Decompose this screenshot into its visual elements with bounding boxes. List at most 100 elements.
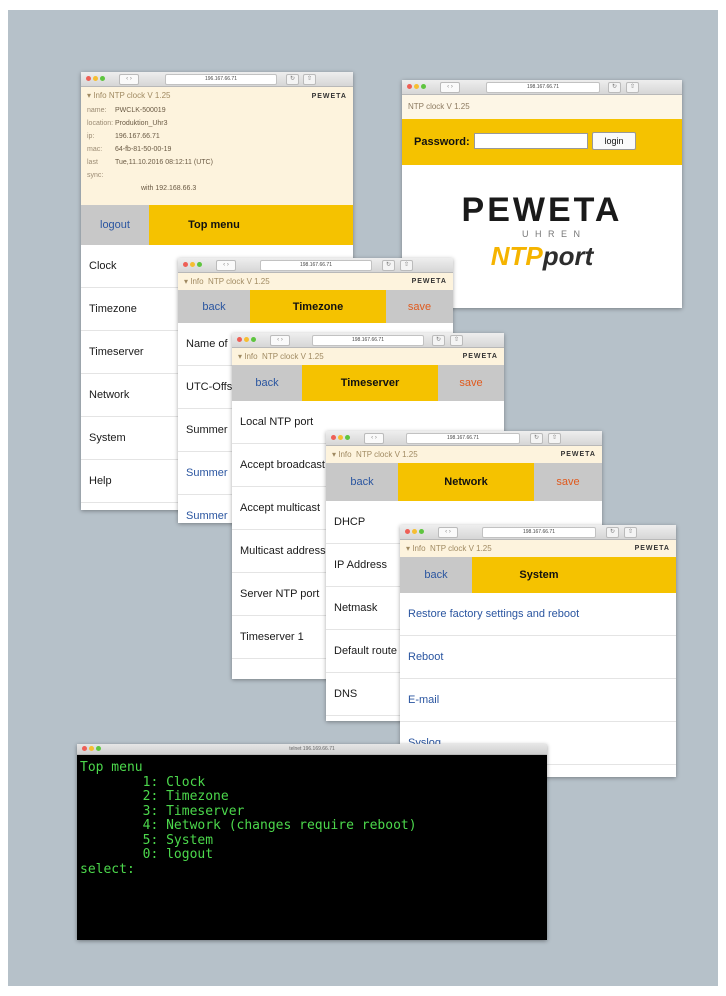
info-value: 196.167.66.71: [115, 133, 160, 140]
system-window: ‹ › 198.167.66.71 ↻ ⇧ ▾ Info NTP clock V…: [400, 525, 676, 777]
share-icon[interactable]: ⇧: [450, 335, 463, 346]
share-icon[interactable]: ⇧: [400, 260, 413, 271]
window-titlebar: ‹ › 198.167.66.71 ↻ ⇧: [232, 333, 504, 348]
share-icon[interactable]: ⇧: [624, 527, 637, 538]
info-value: PWCLK-500019: [115, 107, 166, 114]
window-titlebar: ‹ › 198.167.66.71 ↻ ⇧: [178, 258, 453, 273]
info-header-text: Info NTP clock V 1.25: [93, 91, 171, 100]
terminal-titlebar: telnet 196.169.66.71: [77, 744, 547, 755]
info-value: Produktion_Uhr3: [115, 120, 168, 127]
info-label: Info: [412, 544, 426, 553]
peweta-brand-logo: PEWETA: [461, 191, 623, 229]
info-panel: ▾ Info NTP clock V 1.25 PEWETA name: PWCL…: [81, 87, 353, 205]
share-icon[interactable]: ⇧: [303, 74, 316, 85]
app-title: NTP clock V 1.25: [356, 450, 418, 459]
window-controls[interactable]: [407, 84, 428, 102]
top-menu-bar: logout Top menu: [81, 205, 353, 245]
info-key: name:: [87, 107, 107, 114]
terminal-line: 5: System: [80, 832, 214, 848]
logout-button[interactable]: logout: [81, 205, 149, 245]
terminal-line: 3: Timeserver: [80, 803, 245, 819]
save-button[interactable]: save: [438, 365, 504, 401]
info-bar[interactable]: ▾ Info NTP clock V 1.25 PEWETA: [178, 273, 453, 290]
timeserver-menu-bar: back Timeserver save: [232, 365, 504, 401]
password-label: Password:: [414, 136, 470, 148]
login-header: NTP clock V 1.25: [402, 95, 682, 119]
network-menu-bar: back Network save: [326, 463, 602, 501]
back-button[interactable]: back: [232, 365, 302, 401]
back-button[interactable]: back: [178, 290, 250, 323]
info-key: [87, 182, 115, 195]
reload-icon[interactable]: ↻: [606, 527, 619, 538]
info-row-location: location: Produktion_Uhr3: [87, 117, 347, 130]
network-title: Network: [444, 476, 488, 488]
window-titlebar: ‹ › 196.167.66.71 ↻ ⇧: [81, 72, 353, 87]
info-key: last sync:: [87, 159, 104, 179]
reload-icon[interactable]: ↻: [382, 260, 395, 271]
terminal-line: 4: Network (changes require reboot): [80, 818, 417, 833]
back-forward-icon[interactable]: ‹ ›: [216, 260, 236, 271]
reboot-button[interactable]: Reboot: [400, 636, 676, 679]
peweta-logo: PEWETA: [560, 451, 596, 458]
save-button[interactable]: save: [534, 463, 602, 501]
url-bar[interactable]: 198.167.66.71: [312, 335, 424, 346]
terminal-line: 0: logout: [80, 847, 214, 862]
info-value: 64-fb-81-50-00-19: [115, 146, 172, 153]
app-title: NTP clock V 1.25: [262, 352, 324, 361]
info-key: mac:: [87, 146, 103, 153]
system-title: System: [519, 569, 559, 581]
telnet-terminal-window: telnet 196.169.66.71 Top menu 1: Clock 2…: [77, 744, 547, 940]
info-key: location:: [87, 120, 114, 127]
terminal-line: Top menu: [80, 760, 143, 775]
url-bar[interactable]: 198.167.66.71: [260, 260, 372, 271]
back-button[interactable]: back: [400, 557, 472, 593]
terminal-output[interactable]: Top menu 1: Clock 2: Timezone 3: Timeser…: [77, 755, 547, 877]
peweta-logo: PEWETA: [311, 93, 347, 100]
share-icon[interactable]: ⇧: [548, 433, 561, 444]
back-forward-icon[interactable]: ‹ ›: [438, 527, 458, 538]
info-key: ip:: [87, 133, 95, 140]
url-bar[interactable]: 198.167.66.71: [486, 82, 600, 93]
product-ntp: NTP: [490, 241, 543, 271]
info-label: Info: [190, 277, 204, 286]
save-button[interactable]: save: [386, 290, 453, 323]
reload-icon[interactable]: ↻: [432, 335, 445, 346]
info-row-sync-server: with 192.168.66.3: [87, 182, 347, 195]
url-bar[interactable]: 198.167.66.71: [406, 433, 520, 444]
info-bar[interactable]: ▾ Info NTP clock V 1.25 PEWETA: [400, 540, 676, 557]
info-header[interactable]: ▾ Info NTP clock V 1.25: [87, 91, 347, 100]
reload-icon[interactable]: ↻: [530, 433, 543, 444]
window-titlebar: ‹ › 198.167.66.71 ↻ ⇧: [326, 431, 602, 446]
back-forward-icon[interactable]: ‹ ›: [119, 74, 139, 85]
share-icon[interactable]: ⇧: [626, 82, 639, 93]
terminal-prompt: select:: [80, 861, 135, 877]
restore-factory-button[interactable]: Restore factory settings and reboot: [400, 593, 676, 636]
terminal-line: 2: Timezone: [80, 789, 229, 804]
info-bar[interactable]: ▾ Info NTP clock V 1.25 PEWETA: [326, 446, 602, 463]
back-forward-icon[interactable]: ‹ ›: [440, 82, 460, 93]
peweta-logo: PEWETA: [634, 545, 670, 552]
reload-icon[interactable]: ↻: [608, 82, 621, 93]
url-bar[interactable]: 196.167.66.71: [165, 74, 277, 85]
window-titlebar: ‹ › 198.167.66.71 ↻ ⇧: [400, 525, 676, 540]
url-bar[interactable]: 198.167.66.71: [482, 527, 596, 538]
app-title: NTP clock V 1.25: [430, 544, 492, 553]
reload-icon[interactable]: ↻: [286, 74, 299, 85]
info-value: Tue,11.10.2016 08:12:11 (UTC): [115, 159, 213, 166]
info-row-name: name: PWCLK-500019: [87, 104, 347, 117]
terminal-line: 1: Clock: [80, 774, 206, 790]
back-button[interactable]: back: [326, 463, 398, 501]
info-bar[interactable]: ▾ Info NTP clock V 1.25 PEWETA: [232, 348, 504, 365]
peweta-logo: PEWETA: [411, 278, 447, 285]
back-forward-icon[interactable]: ‹ ›: [270, 335, 290, 346]
password-input[interactable]: [474, 133, 588, 149]
timezone-title: Timezone: [292, 300, 344, 313]
login-button[interactable]: login: [592, 132, 636, 150]
brand-subtitle: U H R E N: [522, 229, 583, 239]
window-titlebar: ‹ › 198.167.66.71 ↻ ⇧: [402, 80, 682, 95]
email-settings-item[interactable]: E-mail: [400, 679, 676, 722]
timeserver-title: Timeserver: [340, 377, 400, 389]
back-forward-icon[interactable]: ‹ ›: [364, 433, 384, 444]
system-list: Restore factory settings and reboot Rebo…: [400, 593, 676, 765]
info-row-mac: mac: 64-fb-81-50-00-19: [87, 143, 347, 156]
